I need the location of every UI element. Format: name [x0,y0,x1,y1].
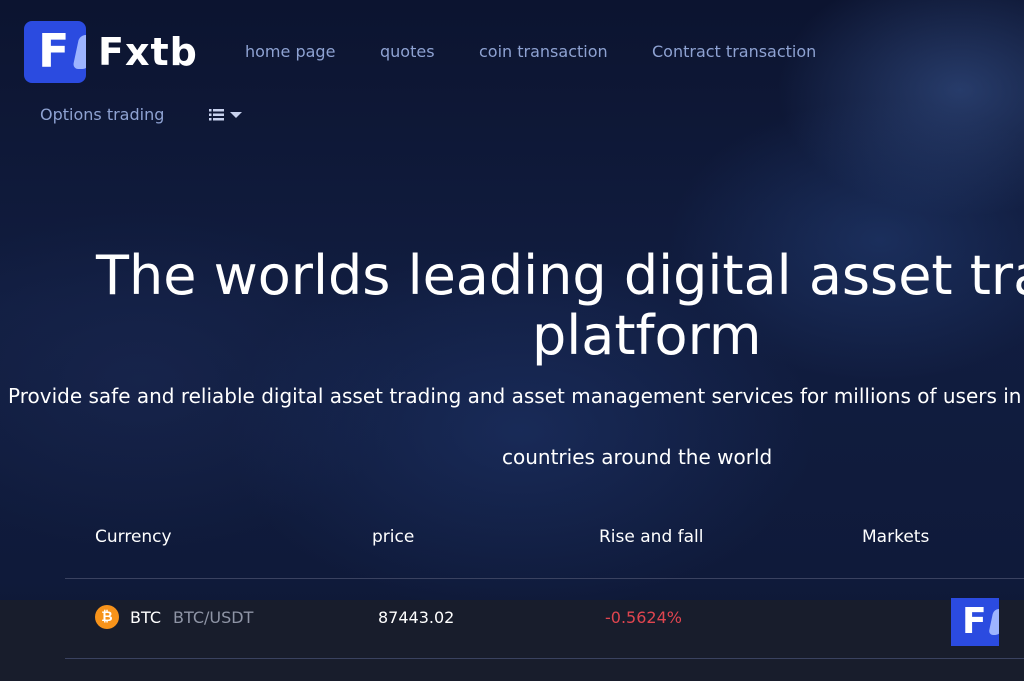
more-menu-toggle[interactable] [208,106,244,124]
header-price: price [372,527,415,547]
table-header-divider [65,578,1024,579]
row-price: 87443.02 [378,608,455,627]
hero-title: The worlds leading digital asset trading [96,244,1024,307]
landing-page: F Fxtb home page quotes coin transaction… [0,0,1024,681]
hero-title-line2: platform [532,304,762,367]
logo-mark-icon: F [24,21,86,83]
brand-logo[interactable]: F Fxtb [24,21,198,83]
row-change: -0.5624% [605,608,682,627]
table-row-divider [65,658,1024,659]
logo-mark-letter: F [38,24,70,78]
nav-contract-transaction[interactable]: Contract transaction [652,42,816,61]
nav-coin-transaction[interactable]: coin transaction [479,42,608,61]
bitcoin-icon: ₿ [95,605,119,629]
floating-logo-badge[interactable]: F [951,598,999,646]
hero-subtitle-line2: countries around the world [502,445,773,469]
hero-subtitle: Provide safe and reliable digital asset … [8,384,1022,408]
header-markets: Markets [862,527,930,547]
logo-stripe [72,35,86,69]
header-rise-and-fall: Rise and fall [599,527,704,547]
nav-home-page[interactable]: home page [245,42,335,61]
row-symbol: BTC [130,608,161,627]
badge-mark-letter: F [962,601,987,642]
brand-name: Fxtb [98,30,198,74]
header-currency: Currency [95,527,172,547]
badge-stripe [988,609,999,635]
nav-quotes[interactable]: quotes [380,42,435,61]
list-dropdown-icon [209,109,242,121]
nav-options-trading[interactable]: Options trading [40,105,164,124]
row-pair: BTC/USDT [173,608,254,627]
